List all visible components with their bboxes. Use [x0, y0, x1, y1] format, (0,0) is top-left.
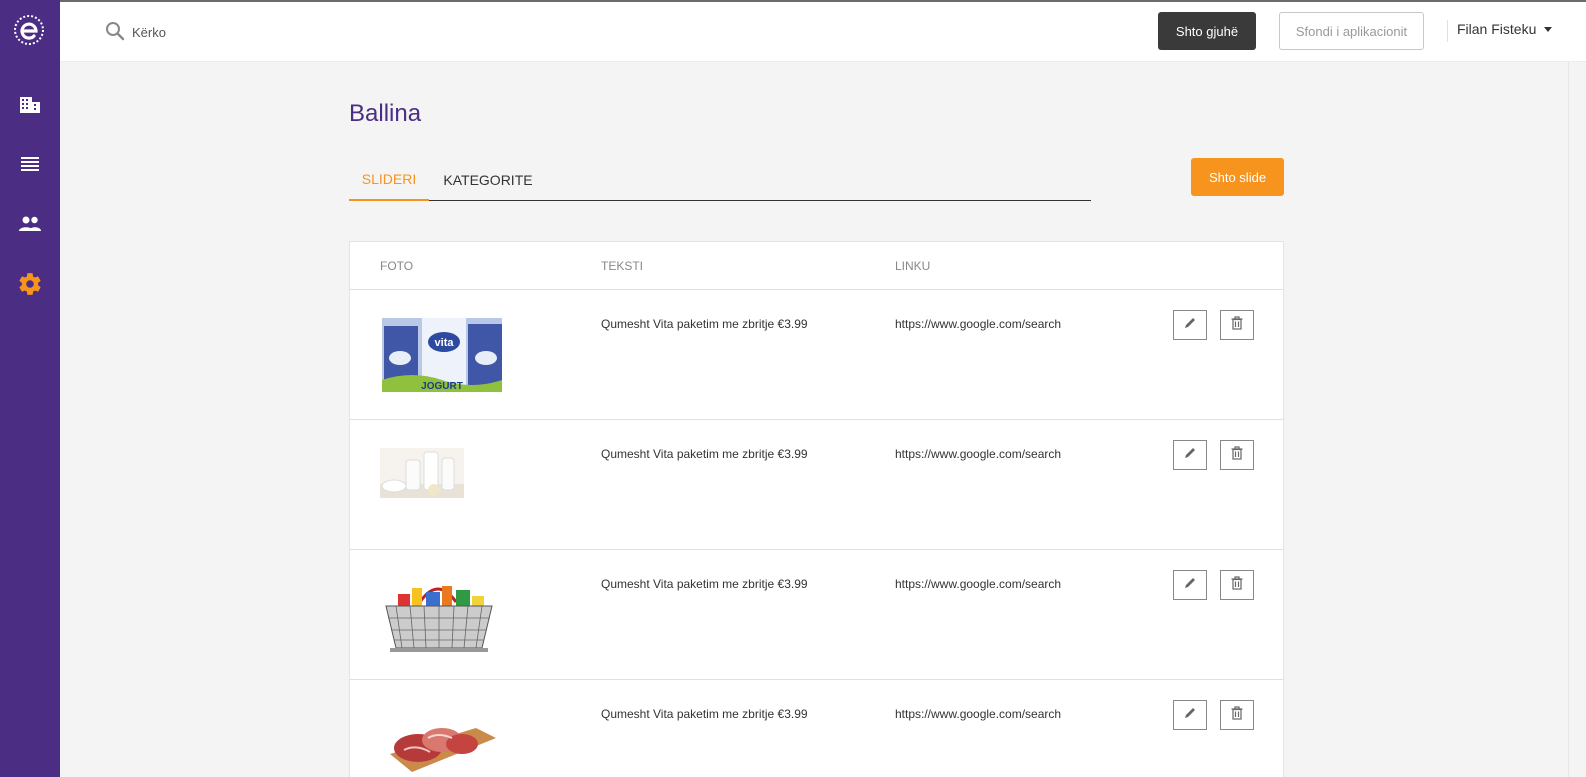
trash-icon	[1231, 445, 1243, 465]
user-menu[interactable]: Filan Fisteku	[1457, 21, 1553, 37]
sidebar-item-settings[interactable]	[0, 264, 60, 308]
slide-image-dairy	[380, 448, 464, 503]
app-logo[interactable]	[13, 14, 45, 46]
column-header-text: TEKSTI	[601, 259, 644, 273]
people-icon	[18, 215, 42, 238]
edit-button[interactable]	[1173, 440, 1207, 470]
slide-text: Qumesht Vita paketim me zbritje €3.99	[601, 707, 808, 721]
slide-link: https://www.google.com/search	[895, 447, 1062, 461]
slide-text: Qumesht Vita paketim me zbritje €3.99	[601, 577, 808, 591]
slide-text: Qumesht Vita paketim me zbritje €3.99	[601, 447, 808, 461]
sidebar-item-companies[interactable]	[0, 84, 60, 128]
scrollbar[interactable]	[1568, 62, 1586, 777]
pencil-icon	[1183, 706, 1197, 725]
column-header-link: LINKU	[895, 259, 931, 273]
list-icon	[20, 156, 40, 177]
topbar-divider	[1447, 20, 1448, 42]
sidebar	[0, 0, 60, 777]
table-row: Qumesht Vita paketim me zbritje €3.99 ht…	[350, 550, 1283, 680]
chevron-down-icon	[1544, 26, 1553, 32]
user-name: Filan Fisteku	[1457, 21, 1537, 37]
sidebar-item-users[interactable]	[0, 204, 60, 248]
slide-text: Qumesht Vita paketim me zbritje €3.99	[601, 317, 808, 331]
svg-text:JOGURT: JOGURT	[421, 381, 463, 392]
table-row: Qumesht Vita paketim me zbritje €3.99 ht…	[350, 680, 1283, 777]
column-header-photo: FOTO	[380, 259, 414, 273]
slide-image-milk-cartons: vita JOGURT	[382, 318, 502, 397]
pencil-icon	[1183, 316, 1197, 335]
add-language-button[interactable]: Shto gjuhë	[1158, 12, 1256, 50]
slide-image-meat	[388, 714, 498, 777]
page-title: Ballina	[349, 100, 422, 127]
table-header: FOTO TEKSTI LINKU	[350, 242, 1283, 290]
slide-link: https://www.google.com/search	[895, 707, 1062, 721]
pencil-icon	[1183, 446, 1197, 465]
search-icon	[105, 21, 125, 46]
edit-button[interactable]	[1173, 310, 1207, 340]
delete-button[interactable]	[1220, 700, 1254, 730]
tab-bar: SLIDERI KATEGORITE	[349, 159, 1091, 201]
edit-button[interactable]	[1173, 570, 1207, 600]
trash-icon	[1231, 705, 1243, 725]
slide-image-grocery-basket	[380, 578, 498, 659]
tab-categories[interactable]: KATEGORITE	[435, 159, 541, 201]
search-input[interactable]	[132, 18, 432, 46]
table-row: vita JOGURT Qumesht Vita paketim me zbri…	[350, 290, 1283, 420]
slide-link: https://www.google.com/search	[895, 577, 1062, 591]
building-icon	[19, 94, 41, 119]
tab-slider[interactable]: SLIDERI	[349, 159, 429, 201]
svg-text:vita: vita	[435, 337, 455, 349]
trash-icon	[1231, 315, 1243, 335]
delete-button[interactable]	[1220, 310, 1254, 340]
edit-button[interactable]	[1173, 700, 1207, 730]
delete-button[interactable]	[1220, 570, 1254, 600]
app-background-button[interactable]: Sfondi i aplikacionit	[1279, 12, 1424, 50]
add-slide-button[interactable]: Shto slide	[1191, 158, 1284, 196]
delete-button[interactable]	[1220, 440, 1254, 470]
pencil-icon	[1183, 576, 1197, 595]
slide-link: https://www.google.com/search	[895, 317, 1062, 331]
top-bar: Shto gjuhë Sfondi i aplikacionit Filan F…	[60, 0, 1586, 62]
gear-icon	[17, 271, 43, 302]
slides-table: FOTO TEKSTI LINKU vita JOGURT Qumesht Vi…	[349, 241, 1284, 777]
table-row: Qumesht Vita paketim me zbritje €3.99 ht…	[350, 420, 1283, 550]
sidebar-item-list[interactable]	[0, 144, 60, 188]
trash-icon	[1231, 575, 1243, 595]
